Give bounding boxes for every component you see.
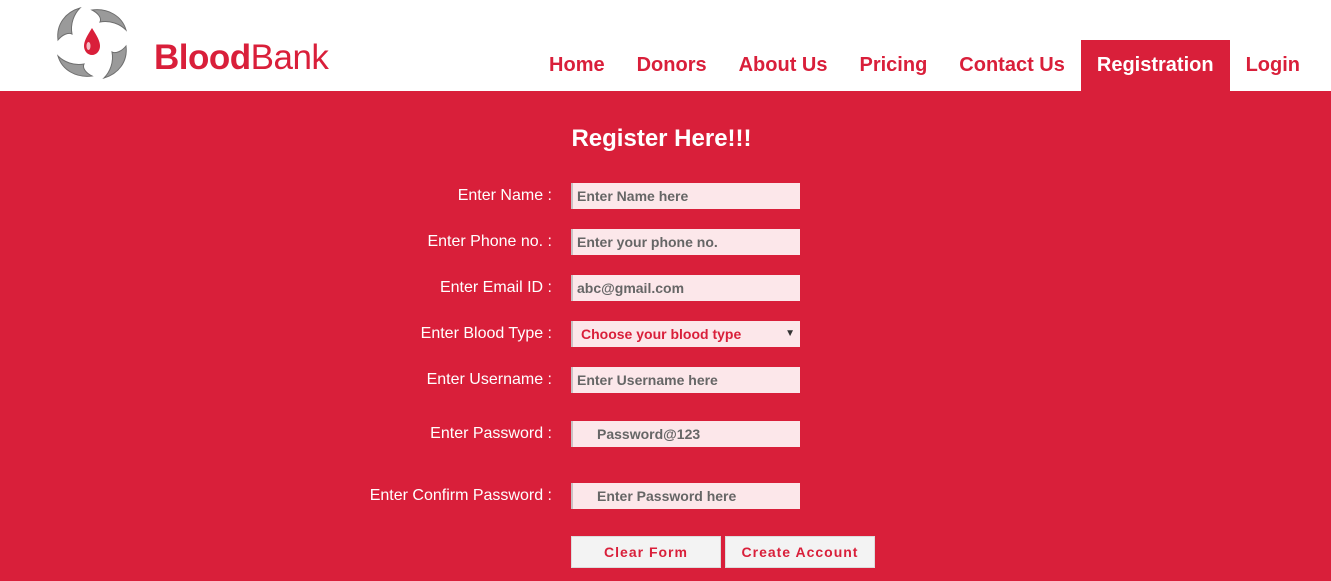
name-input[interactable] [571, 183, 800, 209]
dropdown-arrow-icon: ▼ [785, 328, 795, 339]
confirm-password-label: Enter Confirm Password : [369, 487, 552, 504]
password-input[interactable] [571, 421, 800, 447]
nav-registration[interactable]: Registration [1080, 40, 1230, 91]
clear-form-button[interactable]: Clear Form [571, 536, 721, 568]
brand-name[interactable]: BloodBank [154, 38, 329, 78]
username-label: Enter Username : [426, 371, 552, 388]
confirm-password-row: Enter Confirm Password : [0, 483, 1331, 509]
nav-about-us[interactable]: About Us [723, 40, 844, 91]
blood-type-select[interactable]: Choose your blood type ▼ [571, 321, 800, 347]
blood-drop-hands-logo-icon[interactable] [52, 4, 132, 82]
nav-contact-us[interactable]: Contact Us [943, 40, 1081, 91]
blood-type-row: Enter Blood Type : Choose your blood typ… [0, 321, 1331, 347]
create-account-button[interactable]: Create Account [725, 536, 875, 568]
blood-type-selected: Choose your blood type [581, 326, 742, 342]
registration-section: Register Here!!! Enter Name : Enter Phon… [0, 91, 1331, 581]
name-label: Enter Name : [457, 187, 552, 204]
password-label: Enter Password : [430, 425, 552, 442]
nav-login[interactable]: Login [1230, 40, 1316, 91]
confirm-password-input[interactable] [571, 483, 800, 509]
username-input[interactable] [571, 367, 800, 393]
main-nav: Home Donors About Us Pricing Contact Us … [533, 40, 1316, 91]
phone-row: Enter Phone no. : [0, 229, 1331, 255]
brand-name-blood: Blood [154, 38, 251, 77]
nav-pricing[interactable]: Pricing [844, 40, 944, 91]
nav-home[interactable]: Home [533, 40, 621, 91]
email-row: Enter Email ID : [0, 275, 1331, 301]
header: BloodBank Home Donors About Us Pricing C… [0, 0, 1331, 91]
password-row: Enter Password : [0, 421, 1331, 447]
nav-donors[interactable]: Donors [621, 40, 723, 91]
brand-name-bank: Bank [250, 38, 329, 77]
phone-input[interactable] [571, 229, 800, 255]
phone-label: Enter Phone no. : [427, 233, 552, 250]
page-title: Register Here!!! [571, 125, 752, 152]
email-input[interactable] [571, 275, 800, 301]
username-row: Enter Username : [0, 367, 1331, 393]
blood-type-label: Enter Blood Type : [420, 325, 552, 342]
email-label: Enter Email ID : [439, 279, 552, 296]
name-row: Enter Name : [0, 183, 1331, 209]
